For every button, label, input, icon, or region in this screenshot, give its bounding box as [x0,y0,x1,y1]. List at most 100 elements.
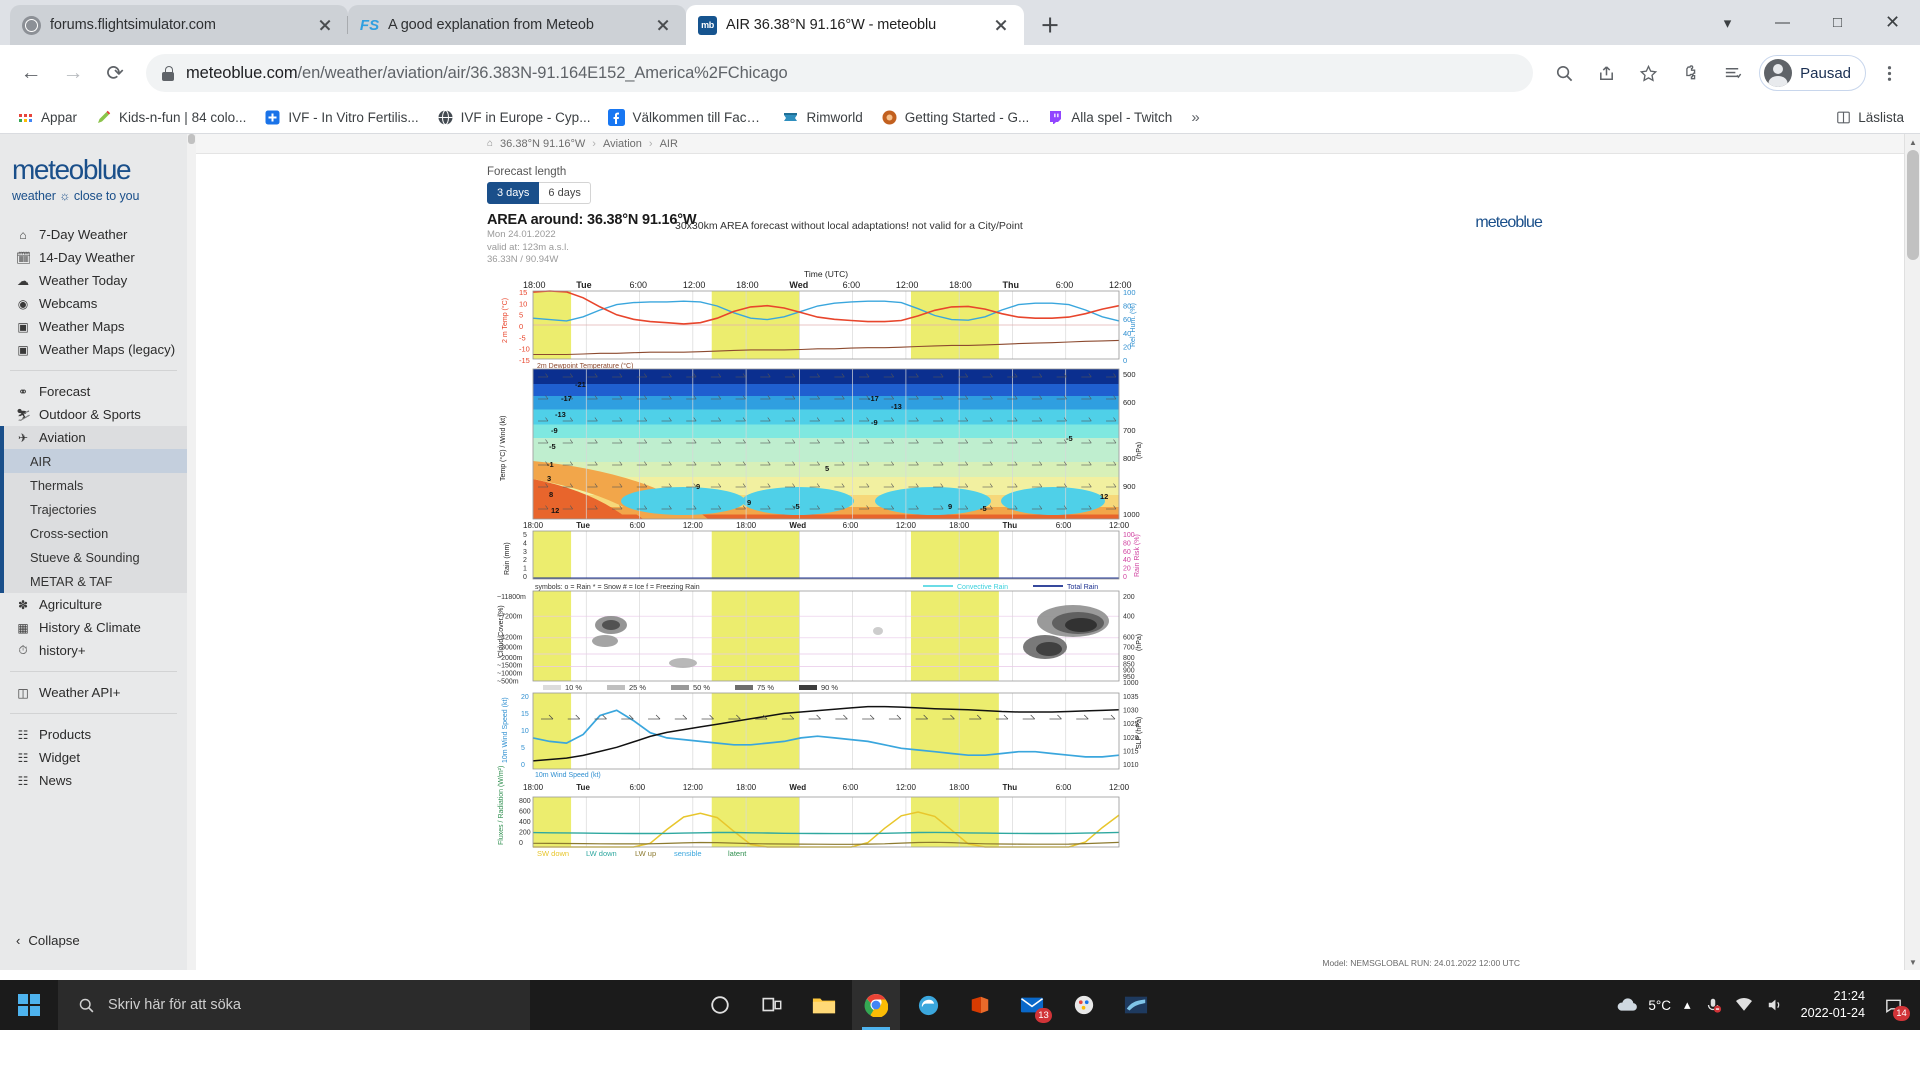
scrollbar-thumb[interactable] [1907,150,1919,260]
sidebar-item-14-day-weather[interactable]: 🗓 14-Day Weather [0,246,187,269]
bookmark-item[interactable]: IVF - In Vitro Fertilis... [257,105,425,130]
bookmark-label: IVF in Europe - Cyp... [460,109,591,125]
sidebar-item-history-climate[interactable]: ▦ History & Climate [0,616,187,639]
bookmarks-bar: Appar Kids-n-fun | 84 colo... IVF - In V… [0,101,1920,134]
sidebar-item-forecast[interactable]: ⚭ Forecast [0,380,187,403]
task-view-icon[interactable] [748,980,796,1030]
maximize-button[interactable]: □ [1810,0,1865,45]
sidebar-item-air[interactable]: AIR [4,449,187,473]
close-icon[interactable] [652,14,674,36]
bookmark-item[interactable]: IVF in Europe - Cyp... [430,105,598,130]
svg-text:0: 0 [1123,574,1127,581]
sidebar-item-cross-section[interactable]: Cross-section [4,521,187,545]
bookmark-item[interactable]: Getting Started - G... [874,105,1037,130]
sidebar-item-7-day-weather[interactable]: ⌂ 7-Day Weather [0,223,187,246]
sidebar-item-thermals[interactable]: Thermals [4,473,187,497]
svg-text:0: 0 [521,762,525,769]
mic-mute-icon[interactable] [1704,996,1722,1014]
svg-text:10m Wind Speed (kt): 10m Wind Speed (kt) [502,697,509,763]
notification-icon[interactable]: 14 [1878,990,1910,1021]
speaker-icon[interactable] [1766,997,1784,1013]
sidebar-item-aviation[interactable]: ✈ Aviation [0,426,187,449]
edge-legacy-icon[interactable] [904,980,952,1030]
reload-button[interactable]: ⟳ [96,54,134,92]
sidebar-item-products[interactable]: ☷ Products [0,723,187,746]
bookmark-item[interactable]: Rimworld [775,105,869,130]
sidebar-collapse-button[interactable]: ‹ Collapse [0,923,187,970]
breadcrumb-item-air[interactable]: AIR [660,138,678,150]
profile-button[interactable]: Pausad [1759,55,1866,91]
zoom-icon[interactable] [1545,54,1583,92]
svg-text:2 m Temp (°C): 2 m Temp (°C) [501,298,509,343]
bookmarks-overflow-button[interactable]: » [1183,109,1207,126]
paint-icon[interactable] [1060,980,1108,1030]
reading-list-icon[interactable] [1713,54,1751,92]
home-icon[interactable]: ⌂ [487,138,493,149]
sidebar-item-weather-api[interactable]: ◫ Weather API+ [0,681,187,704]
sidebar-item-weather-today[interactable]: ☁ Weather Today [0,269,187,292]
notification-badge: 14 [1893,1006,1910,1021]
scroll-up-button[interactable]: ▲ [1905,134,1920,150]
flightsim-icon[interactable] [1112,980,1160,1030]
taskbar-search[interactable]: Skriv här för att söka [58,980,530,1030]
new-tab-button[interactable] [1033,8,1067,42]
bookmark-item[interactable]: Välkommen till Face... [601,105,771,130]
page-scrollbar[interactable]: ▲ ▼ [1904,134,1920,970]
scroll-down-button[interactable]: ▼ [1905,954,1920,970]
network-icon[interactable] [1735,997,1753,1013]
svg-text:Rain (mm): Rain (mm) [504,542,511,575]
close-icon[interactable] [314,14,336,36]
sidebar-item-weather-maps[interactable]: ▣ Weather Maps [0,315,187,338]
address-bar[interactable]: meteoblue.com/en/weather/aviation/air/36… [146,54,1534,92]
scrollbar-thumb[interactable] [188,134,195,144]
chrome-icon[interactable] [852,980,900,1030]
extensions-puzzle-icon[interactable] [1671,54,1709,92]
close-icon[interactable] [990,14,1012,36]
close-window-button[interactable]: ✕ [1865,0,1920,45]
file-explorer-icon[interactable] [800,980,848,1030]
browser-tab-2[interactable]: mb AIR 36.38°N 91.16°W - meteoblu [686,5,1024,45]
reading-list-button[interactable]: Läslista [1836,110,1910,125]
sidebar-item-history-plus[interactable]: ⏱ history+ [0,639,187,662]
sidebar-item-stueve-sounding[interactable]: Stueve & Sounding [4,545,187,569]
sidebar-item-widget[interactable]: ☷ Widget [0,746,187,769]
sidebar-item-webcams[interactable]: ◉ Webcams [0,292,187,315]
tray-clock[interactable]: 21:24 2022-01-24 [1797,988,1865,1022]
breadcrumb-item-aviation[interactable]: Aviation [603,138,642,150]
bookmark-item[interactable]: Alla spel - Twitch [1040,105,1179,130]
sidebar-item-news[interactable]: ☷ News [0,769,187,792]
mail-icon[interactable]: 13 [1008,980,1056,1030]
chevron-down-icon[interactable]: ▾ [1700,0,1755,45]
svg-text:10 %: 10 % [565,683,582,692]
minimize-button[interactable]: — [1755,0,1810,45]
svg-text:Time (UTC): Time (UTC) [804,269,848,279]
svg-text:0: 0 [1123,356,1127,365]
sidebar-item-agriculture[interactable]: ✽ Agriculture [0,593,187,616]
sidebar-item-metar-taf[interactable]: METAR & TAF [4,569,187,593]
svg-text:15: 15 [521,711,529,718]
bookmark-item[interactable]: Kids-n-fun | 84 colo... [88,105,253,130]
office-icon[interactable] [956,980,1004,1030]
reading-list-label: Läslista [1858,109,1904,125]
forecast-6-days-button[interactable]: 6 days [539,182,591,204]
browser-tab-1[interactable]: FS A good explanation from Meteob [347,5,686,45]
breadcrumb-item-location[interactable]: 36.38°N 91.16°W [500,138,585,150]
forward-button[interactable]: → [54,54,92,92]
cortana-icon[interactable] [696,980,744,1030]
weather-tray[interactable]: 5°C [1614,996,1671,1014]
sidebar-item-weather-maps-legacy[interactable]: ▣ Weather Maps (legacy) [0,338,187,361]
chevron-up-icon[interactable]: ▴ [1684,997,1691,1013]
site-logo[interactable]: meteoblue weather ☼ close to you [0,148,187,209]
back-button[interactable]: ← [12,54,50,92]
start-button[interactable] [0,980,58,1030]
browser-tab-0[interactable]: forums.flightsimulator.com [10,5,348,45]
share-icon[interactable] [1587,54,1625,92]
bookmark-item[interactable]: Appar [10,105,84,130]
sidebar-item-trajectories[interactable]: Trajectories [4,497,187,521]
browser-menu-icon[interactable] [1870,54,1908,92]
svg-text:700: 700 [1123,426,1136,435]
forecast-3-days-button[interactable]: 3 days [487,182,540,204]
home-icon: ⌂ [19,227,27,242]
sidebar-item-outdoor-sports[interactable]: ⛷ Outdoor & Sports [0,403,187,426]
bookmark-star-icon[interactable] [1629,54,1667,92]
